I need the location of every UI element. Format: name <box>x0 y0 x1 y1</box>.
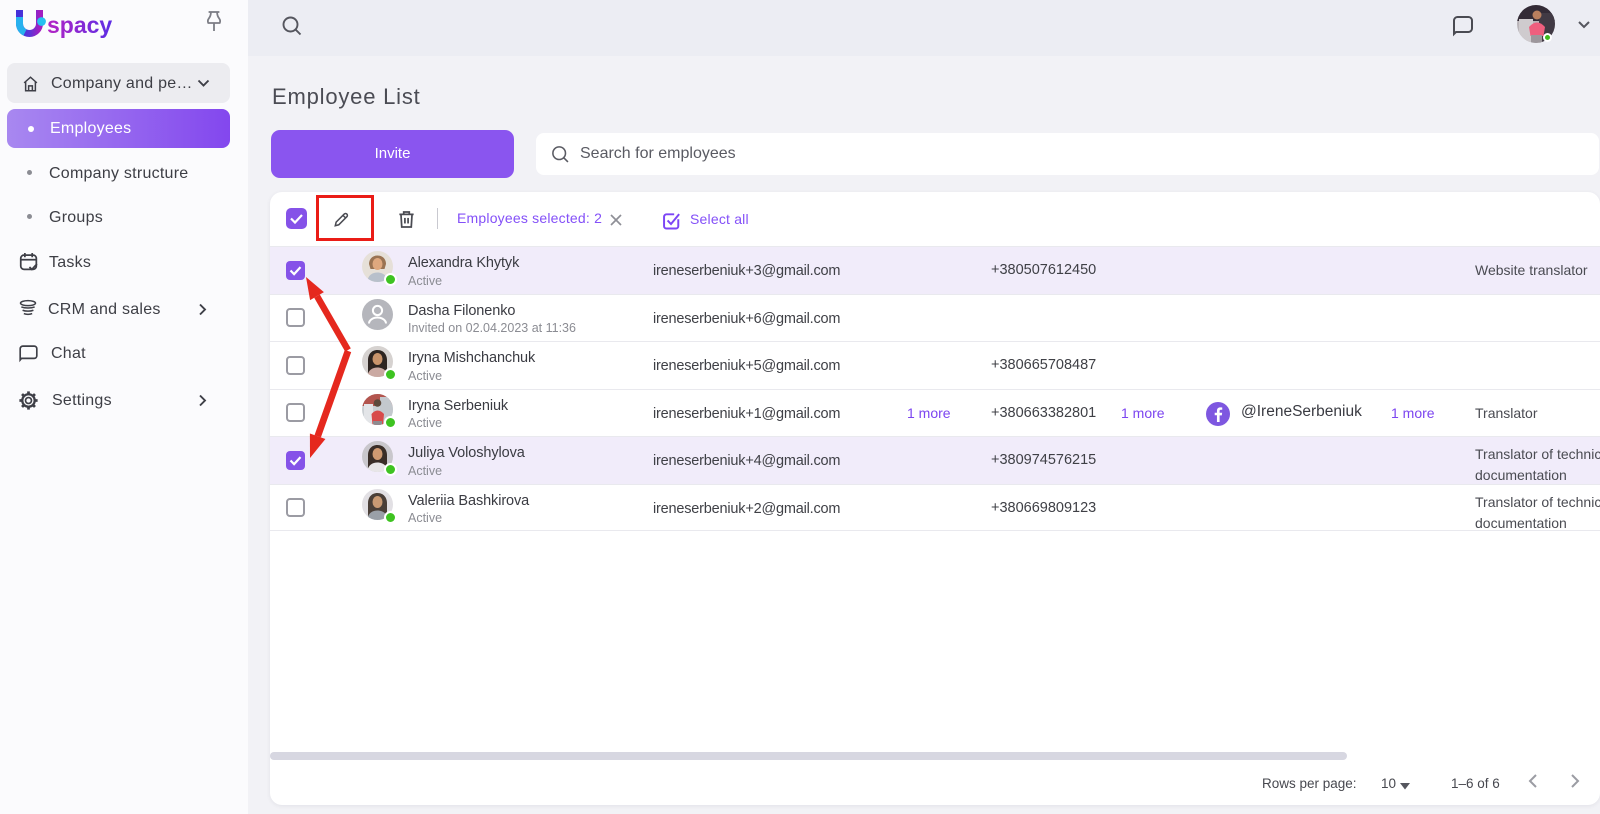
svg-text:spacy: spacy <box>47 12 112 38</box>
